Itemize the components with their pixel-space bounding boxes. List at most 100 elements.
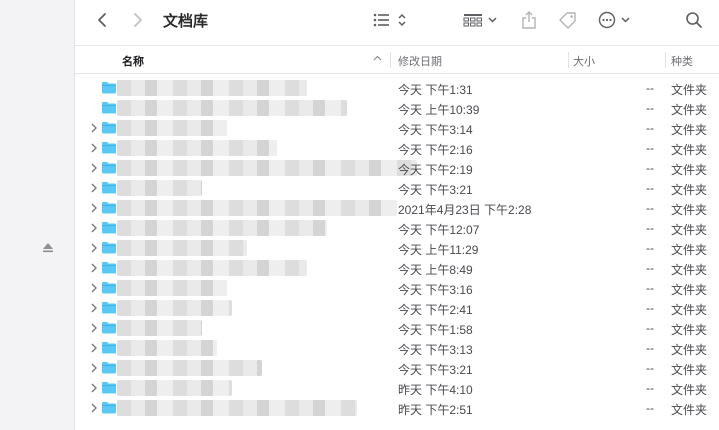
disclosure-chevron-icon[interactable] bbox=[90, 303, 98, 313]
file-size: -- bbox=[646, 81, 654, 95]
disclosure-chevron-icon[interactable] bbox=[90, 223, 98, 233]
modified-date: 今天 下午2:41 bbox=[398, 303, 473, 317]
disclosure-chevron-icon[interactable] bbox=[90, 123, 98, 133]
folder-icon bbox=[102, 82, 116, 94]
name-column-header[interactable]: 名称 bbox=[122, 53, 144, 69]
file-row[interactable]: 今天 下午2:41 -- 文件夹 bbox=[75, 298, 719, 318]
share-button[interactable] bbox=[519, 8, 539, 32]
disclosure-chevron-icon[interactable] bbox=[90, 143, 98, 153]
disclosure-chevron-icon[interactable] bbox=[90, 363, 98, 373]
folder-icon bbox=[102, 402, 116, 414]
disclosure-chevron-icon[interactable] bbox=[90, 203, 98, 213]
list-view-icon bbox=[373, 13, 406, 27]
disclosure-chevron-icon[interactable] bbox=[90, 243, 98, 253]
file-row[interactable]: 昨天 下午4:10 -- 文件夹 bbox=[75, 378, 719, 398]
date-column-header[interactable]: 修改日期 bbox=[398, 53, 442, 69]
file-row[interactable]: 今天 上午11:29 -- 文件夹 bbox=[75, 238, 719, 258]
disclosure-chevron-icon[interactable] bbox=[90, 183, 98, 193]
file-size: -- bbox=[646, 221, 654, 235]
file-row[interactable]: 今天 下午1:31 -- 文件夹 bbox=[75, 78, 719, 98]
redacted-file-name bbox=[117, 200, 397, 216]
folder-icon bbox=[102, 342, 116, 354]
disclosure-chevron-icon[interactable] bbox=[90, 343, 98, 353]
folder-icon bbox=[102, 162, 116, 174]
file-row[interactable]: 2021年4月23日 下午2:28 -- 文件夹 bbox=[75, 198, 719, 218]
modified-date: 今天 上午10:39 bbox=[398, 103, 480, 117]
file-row[interactable]: 今天 下午3:13 -- 文件夹 bbox=[75, 338, 719, 358]
file-row[interactable]: 今天 下午3:21 -- 文件夹 bbox=[75, 178, 719, 198]
disclosure-chevron-icon[interactable] bbox=[90, 323, 98, 333]
modified-date: 今天 下午3:13 bbox=[398, 343, 473, 357]
file-kind: 文件夹 bbox=[671, 383, 708, 397]
file-row[interactable]: 今天 上午8:49 -- 文件夹 bbox=[75, 258, 719, 278]
search-button[interactable] bbox=[683, 8, 705, 32]
folder-icon bbox=[102, 182, 116, 194]
more-actions-button[interactable] bbox=[597, 8, 635, 32]
grid-group-icon bbox=[463, 14, 497, 27]
redacted-file-name bbox=[117, 180, 202, 196]
file-list: 今天 下午1:31 -- 文件夹 今天 上午10:39 -- 文件夹 今天 下午3:14 --… bbox=[75, 78, 719, 418]
file-kind: 文件夹 bbox=[671, 123, 708, 137]
file-kind: 文件夹 bbox=[671, 403, 708, 417]
file-row[interactable]: 今天 下午1:58 -- 文件夹 bbox=[75, 318, 719, 338]
forward-button[interactable] bbox=[129, 8, 147, 32]
file-row[interactable]: 今天 上午10:39 -- 文件夹 bbox=[75, 98, 719, 118]
folder-icon bbox=[102, 102, 116, 114]
modified-date: 昨天 下午2:51 bbox=[398, 403, 473, 417]
modified-date: 今天 上午8:49 bbox=[398, 263, 473, 277]
modified-date: 今天 下午3:21 bbox=[398, 363, 473, 377]
file-kind: 文件夹 bbox=[671, 143, 708, 157]
file-row[interactable]: 今天 下午12:07 -- 文件夹 bbox=[75, 218, 719, 238]
disclosure-chevron-icon[interactable] bbox=[90, 283, 98, 293]
disclosure-chevron-icon[interactable] bbox=[90, 383, 98, 393]
search-icon bbox=[686, 12, 702, 28]
back-button[interactable] bbox=[93, 8, 111, 32]
file-row[interactable]: 今天 下午3:14 -- 文件夹 bbox=[75, 118, 719, 138]
file-kind: 文件夹 bbox=[671, 323, 708, 337]
tag-button[interactable] bbox=[557, 8, 579, 32]
redacted-file-name bbox=[117, 320, 202, 336]
disclosure-chevron-icon[interactable] bbox=[90, 263, 98, 273]
ellipsis-circle-icon bbox=[598, 11, 630, 29]
view-mode-button[interactable] bbox=[371, 8, 411, 32]
eject-icon[interactable] bbox=[42, 241, 54, 253]
column-divider[interactable] bbox=[568, 52, 569, 68]
redacted-file-name bbox=[117, 240, 247, 256]
file-kind: 文件夹 bbox=[671, 343, 708, 357]
file-kind: 文件夹 bbox=[671, 363, 708, 377]
group-button[interactable] bbox=[463, 8, 499, 32]
redacted-file-name bbox=[117, 360, 262, 376]
modified-date: 今天 下午2:16 bbox=[398, 143, 473, 157]
size-column-header[interactable]: 大小 bbox=[573, 53, 595, 69]
folder-icon bbox=[102, 282, 116, 294]
file-kind: 文件夹 bbox=[671, 103, 708, 117]
file-row[interactable]: 今天 下午3:16 -- 文件夹 bbox=[75, 278, 719, 298]
file-kind: 文件夹 bbox=[671, 223, 708, 237]
tag-icon bbox=[559, 12, 576, 29]
kind-column-header[interactable]: 种类 bbox=[671, 53, 693, 69]
modified-date: 今天 下午1:58 bbox=[398, 323, 473, 337]
file-kind: 文件夹 bbox=[671, 243, 708, 257]
folder-icon bbox=[102, 142, 116, 154]
folder-icon bbox=[102, 242, 116, 254]
file-row[interactable]: 今天 下午3:21 -- 文件夹 bbox=[75, 358, 719, 378]
column-divider[interactable] bbox=[390, 52, 391, 68]
modified-date: 今天 下午3:14 bbox=[398, 123, 473, 137]
file-row[interactable]: 昨天 下午2:51 -- 文件夹 bbox=[75, 398, 719, 418]
file-size: -- bbox=[646, 161, 654, 175]
folder-icon bbox=[102, 222, 116, 234]
file-size: -- bbox=[646, 301, 654, 315]
disclosure-chevron-icon[interactable] bbox=[90, 403, 98, 413]
redacted-file-name bbox=[117, 220, 327, 236]
disclosure-chevron-icon[interactable] bbox=[90, 163, 98, 173]
file-row[interactable]: 今天 下午2:16 -- 文件夹 bbox=[75, 138, 719, 158]
redacted-file-name bbox=[117, 100, 347, 116]
file-size: -- bbox=[646, 241, 654, 255]
modified-date: 今天 下午3:21 bbox=[398, 183, 473, 197]
sort-ascending-icon[interactable] bbox=[373, 54, 382, 63]
column-divider[interactable] bbox=[665, 52, 666, 68]
modified-date: 今天 下午2:19 bbox=[398, 163, 473, 177]
file-row[interactable]: 今天 下午2:19 -- 文件夹 bbox=[75, 158, 719, 178]
redacted-file-name bbox=[117, 260, 307, 276]
folder-icon bbox=[102, 262, 116, 274]
